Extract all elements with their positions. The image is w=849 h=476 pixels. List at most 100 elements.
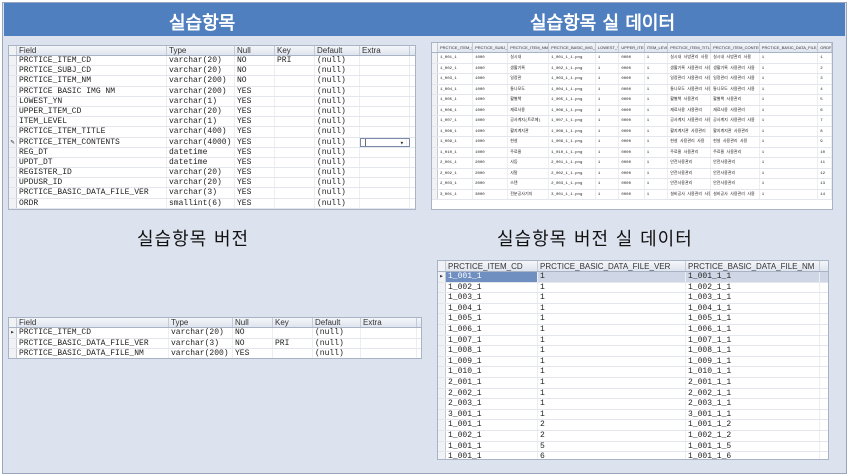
data-cell[interactable]: 3_001_1	[446, 409, 538, 420]
data-cell[interactable]: 1_003_1_1	[686, 293, 820, 303]
data-cell[interactable]: 1_007_1_1.png	[549, 116, 596, 126]
data-cell[interactable]: 안전사용관리	[711, 168, 760, 178]
schema-cell[interactable]: varchar(3)	[169, 338, 233, 348]
data-cell[interactable]: 1	[538, 282, 686, 293]
data-row[interactable]: 2_003_1 2000 스탠 2_003_1_1.png 1 0000 1 안전사용관리 안전…	[432, 179, 832, 190]
data-row[interactable]: 1_007_1 1 1_007_1_1	[438, 335, 828, 347]
schema-cell[interactable]: (null)	[315, 168, 360, 178]
data-row[interactable]: 1_001_1 2 1_001_1_2	[438, 420, 828, 431]
data-row[interactable]: 2_003_1 1 2_003_1_1	[438, 399, 828, 410]
data-cell[interactable]: 1_006_1_1	[686, 324, 820, 335]
data-cell[interactable]: 활별책 사용관리	[711, 95, 760, 105]
data-cell[interactable]: 사등	[508, 158, 550, 168]
data-cell[interactable]: 2_003_1_1	[686, 399, 820, 409]
schema-cell[interactable]: NO	[233, 338, 273, 348]
data-cell[interactable]: 1_002_1	[438, 63, 474, 73]
schema-cell[interactable]	[360, 56, 410, 66]
data-cell[interactable]: 1	[645, 105, 669, 115]
data-cell[interactable]: 재료사용 사용관리	[668, 105, 712, 115]
schema-cell[interactable]: YES	[235, 127, 275, 137]
row-header[interactable]	[9, 86, 17, 96]
row-header[interactable]	[438, 346, 446, 356]
data-cell[interactable]: 1000	[473, 74, 509, 84]
data-cell[interactable]: 1_009_1_1	[686, 356, 820, 367]
data-cell[interactable]: 활지계지관 사용관리	[711, 126, 760, 136]
column-header[interactable]: PRCTICE_ITEM_NM	[508, 43, 550, 52]
schema-cell[interactable]	[275, 147, 315, 157]
data-cell[interactable]: 1	[596, 84, 620, 94]
data-cell[interactable]: 1	[596, 95, 620, 105]
data-cell[interactable]: 12	[818, 168, 832, 178]
schema-cell[interactable]: varchar(400)	[167, 127, 235, 137]
row-header[interactable]	[9, 168, 17, 178]
data-cell[interactable]: 일정관리 사용관리 사용	[711, 74, 760, 84]
row-header[interactable]	[438, 399, 446, 409]
row-header[interactable]	[438, 314, 446, 324]
data-cell[interactable]: 1_005_1	[446, 314, 538, 324]
row-header[interactable]	[9, 106, 17, 117]
column-header[interactable]: Key	[273, 318, 313, 327]
schema-cell[interactable]: YES	[235, 106, 275, 117]
row-header[interactable]: ▸	[9, 328, 17, 338]
data-cell[interactable]: 1_001_1_2	[686, 420, 820, 430]
data-cell[interactable]: 전분공사기지	[508, 189, 550, 199]
schema-cell[interactable]: varchar(200)	[169, 349, 233, 358]
schema-cell[interactable]	[360, 86, 410, 96]
data-cell[interactable]: 5	[538, 441, 686, 452]
data-cell[interactable]: 0000	[619, 189, 645, 199]
data-cell[interactable]: 1	[645, 74, 669, 84]
data-cell[interactable]: 통나모도	[508, 84, 550, 94]
data-cell[interactable]: 1_001_1	[446, 272, 538, 282]
data-cell[interactable]: 1	[538, 409, 686, 420]
schema-cell[interactable]: PRI	[273, 338, 313, 348]
data-cell[interactable]: 1	[596, 74, 620, 84]
schema-cell[interactable]: ITEM_LEVEL	[17, 117, 167, 127]
schema-cell[interactable]: UPDUSR_ID	[17, 178, 167, 188]
schema-cell[interactable]	[275, 66, 315, 76]
data-cell[interactable]: 1_009_1	[446, 356, 538, 367]
data-cell[interactable]: 2_002_1_1	[686, 388, 820, 399]
data-row[interactable]: 1_007_1 1000 공사계지(트로메) 1_007_1_1.png 1 0000 1 공…	[432, 116, 832, 127]
schema-row[interactable]: ORDR smallint(6) YES (null)	[9, 198, 415, 209]
schema-cell[interactable]: varchar(1)	[167, 117, 235, 127]
row-header[interactable]	[438, 324, 446, 335]
data-cell[interactable]: 0000	[619, 147, 645, 157]
column-header[interactable]: PRCTICE_SUBJ_CD	[473, 43, 509, 52]
data-cell[interactable]: 0000	[619, 74, 645, 84]
data-cell[interactable]: 1000	[473, 105, 509, 115]
data-cell[interactable]: 1	[538, 377, 686, 388]
data-cell[interactable]: 1_010_1_1.png	[549, 147, 596, 157]
row-header[interactable]	[9, 338, 17, 348]
data-cell[interactable]: 3000	[473, 189, 509, 199]
row-header[interactable]	[9, 147, 17, 157]
column-header[interactable]: Type	[167, 46, 235, 55]
column-header[interactable]: PRCTICE_BASIC_IMG_NM	[549, 43, 596, 52]
schema-cell[interactable]	[360, 117, 410, 127]
data-cell[interactable]: 1_003_1	[446, 293, 538, 303]
schema-cell[interactable]	[360, 168, 410, 178]
data-cell[interactable]: 현설	[508, 137, 550, 147]
data-cell[interactable]: 1_006_1	[438, 105, 474, 115]
data-cell[interactable]: 1	[645, 126, 669, 136]
row-header[interactable]	[9, 157, 17, 168]
schema-cell[interactable]: (null)	[315, 106, 360, 117]
data-cell[interactable]: 1_005_1_1	[686, 314, 820, 324]
data-cell[interactable]: 1	[596, 158, 620, 168]
data-cell[interactable]: 1_002_1_1.png	[549, 63, 596, 73]
data-cell[interactable]: 1	[760, 84, 819, 94]
data-cell[interactable]: 8	[818, 126, 832, 136]
schema-cell[interactable]: NO	[235, 66, 275, 76]
column-header[interactable]: Field	[17, 318, 169, 327]
data-cell[interactable]: 0000	[619, 179, 645, 189]
data-cell[interactable]: 2000	[473, 168, 509, 178]
schema-cell[interactable]	[273, 328, 313, 338]
data-cell[interactable]: 활별책 사용관리	[668, 95, 712, 105]
schema-cell[interactable]: varchar(20)	[167, 168, 235, 178]
data-cell[interactable]: 3_001_1_1.png	[549, 189, 596, 199]
schema-cell[interactable]: varchar(20)	[167, 66, 235, 76]
schema-cell[interactable]	[361, 349, 417, 358]
row-header[interactable]	[438, 430, 446, 441]
schema-cell[interactable]: YES	[235, 188, 275, 198]
schema-cell[interactable]: varchar(200)	[167, 86, 235, 96]
data-cell[interactable]: 1	[760, 74, 819, 84]
